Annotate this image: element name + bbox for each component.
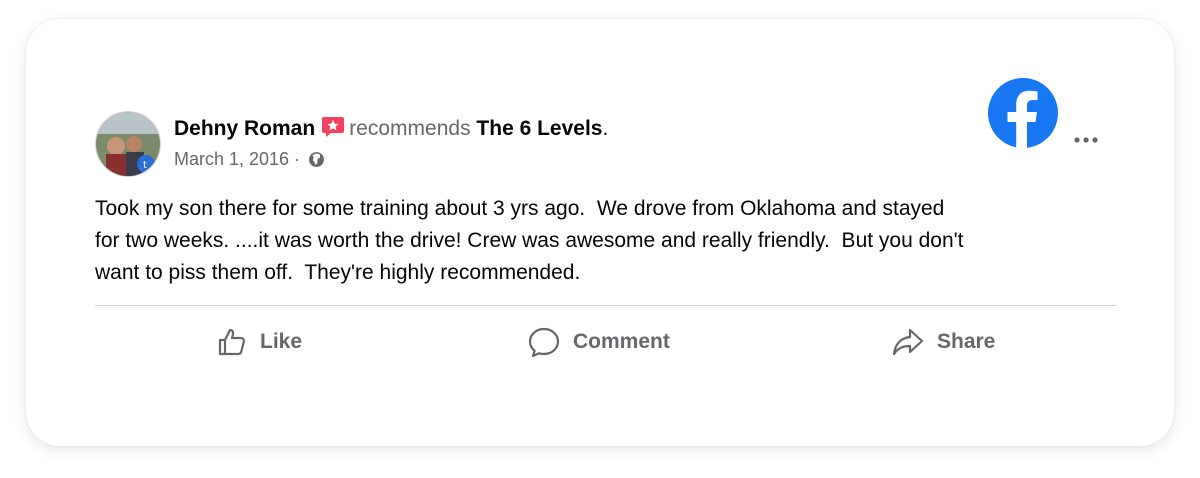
like-label: Like — [260, 330, 303, 353]
page-name-link[interactable]: The 6 Levels — [476, 117, 602, 140]
thumbs-up-icon — [218, 328, 246, 356]
recommend-star-icon — [321, 115, 345, 146]
page-name-suffix: . — [602, 117, 609, 140]
share-label: Share — [937, 330, 996, 353]
comment-icon — [528, 327, 560, 358]
post-date[interactable]: March 1, 2016 — [174, 149, 289, 169]
avatar-photo: t — [96, 112, 160, 176]
avatar[interactable]: t — [95, 111, 161, 177]
author-name[interactable]: Dehny Roman — [174, 117, 315, 140]
post-body: Took my son there for some training abou… — [95, 197, 964, 284]
post-header: Dehny Roman recommends The 6 Levels. — [174, 115, 608, 146]
comment-button[interactable]: Comment — [527, 322, 670, 362]
more-options-icon[interactable] — [1072, 133, 1102, 145]
svg-text:t: t — [143, 160, 147, 171]
post-card: t Dehny Roman recommends The 6 Levels. Ma… — [26, 19, 1174, 446]
post-meta: March 1, 2016 · — [174, 148, 325, 173]
like-button[interactable]: Like — [216, 322, 302, 362]
comment-label: Comment — [573, 330, 670, 353]
recommends-text: recommends — [349, 117, 471, 140]
date-separator: · — [289, 149, 306, 169]
share-button[interactable]: Share — [891, 322, 995, 362]
share-arrow-icon — [892, 328, 924, 356]
facebook-logo-icon — [988, 78, 1058, 148]
action-divider — [95, 305, 1116, 306]
globe-icon — [308, 151, 325, 173]
